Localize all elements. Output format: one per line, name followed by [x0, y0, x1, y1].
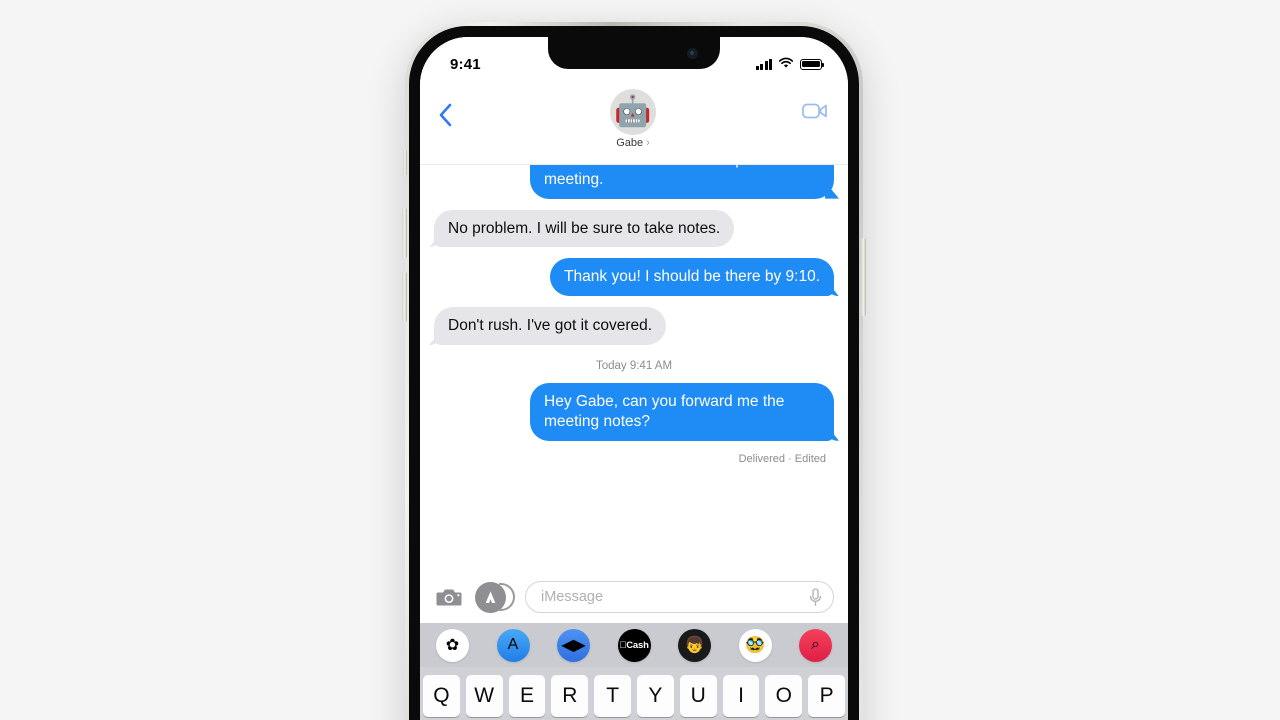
apple-cash-icon[interactable]: Cash: [617, 628, 651, 662]
sent-message-bubble[interactable]: Thank you! I should be there by 9:10.: [550, 258, 834, 297]
key-t[interactable]: T: [594, 675, 631, 718]
key-q[interactable]: Q: [423, 675, 460, 718]
key-y[interactable]: Y: [637, 675, 674, 718]
back-button[interactable]: [438, 89, 472, 127]
conversation-timestamp: Today 9:41 AM: [595, 360, 673, 373]
memoji-boy-icon[interactable]: 👦: [678, 628, 711, 662]
contact-name-label: Gabe: [616, 137, 644, 149]
imessage-input[interactable]: iMessage: [525, 581, 834, 614]
app-store-app-icon[interactable]: A: [496, 628, 530, 662]
message-row: Hey Gabe, can you forward me the meeting…: [434, 383, 834, 441]
camera-icon: [436, 589, 462, 606]
message-row: Thank you! I should be there by 9:10.: [434, 258, 834, 297]
received-message-bubble[interactable]: No problem. I will be sure to take notes…: [434, 209, 735, 248]
wifi-icon: [778, 56, 794, 73]
facetime-button[interactable]: [794, 89, 828, 125]
microphone-icon: [809, 588, 822, 606]
power-button[interactable]: [861, 238, 866, 316]
contact-header[interactable]: 🤖 Gabe ›: [472, 89, 794, 149]
video-camera-icon: [802, 103, 827, 119]
message-row: Don't rush. I've got it covered.: [434, 307, 834, 346]
sent-message-bubble[interactable]: Hey Gabe, can you forward me the meeting…: [530, 383, 834, 441]
status-bar-indicators: [755, 56, 824, 73]
chevron-left-icon: [439, 103, 452, 127]
front-camera-icon: [687, 48, 698, 59]
received-message-bubble[interactable]: Don't rush. I've got it covered.: [434, 307, 667, 346]
device-screen: 9:41 🤖 Gabe › meeting. No problem. I wil…: [420, 37, 848, 720]
mute-switch[interactable]: [403, 150, 407, 176]
delivery-status: Delivered · Edited: [738, 452, 826, 465]
key-o[interactable]: O: [765, 675, 803, 718]
key-w[interactable]: W: [465, 675, 503, 718]
iphone-device: 9:41 🤖 Gabe › meeting. No problem. I wil…: [402, 22, 866, 720]
images-search-icon[interactable]: ⌕: [799, 628, 832, 662]
key-r[interactable]: R: [551, 675, 589, 718]
message-row: Hi. Will be a little late to the product…: [434, 165, 839, 199]
screenshot-stage: 9:41 🤖 Gabe › meeting. No problem. I wil…: [0, 0, 1280, 720]
sent-message-bubble[interactable]: Hi. Will be a little late to the product…: [530, 165, 839, 199]
imessage-app-drawer[interactable]: ✿ A ◀▶ Cash 👦 🥸 ⌕: [420, 623, 848, 668]
message-row: No problem. I will be sure to take notes…: [434, 209, 834, 248]
battery-full-icon: [800, 58, 824, 70]
volume-down-button[interactable]: [402, 272, 407, 322]
onscreen-keyboard[interactable]: QWERTYUIOP ASDFGHJKL: [420, 667, 848, 720]
message-input-bar: iMessage: [420, 571, 848, 624]
bubble-tail: [825, 181, 839, 199]
app-store-button[interactable]: [475, 581, 515, 613]
chevron-right-icon: ›: [646, 137, 650, 149]
keyboard-row-1: QWERTYUIOP: [423, 675, 845, 718]
key-p[interactable]: P: [808, 675, 845, 718]
device-bezel: 9:41 🤖 Gabe › meeting. No problem. I wil…: [409, 26, 859, 720]
display-notch: [548, 37, 720, 69]
message-list[interactable]: Hi. Will be a little late to the product…: [420, 165, 848, 572]
avatar-glyph: 🤖: [614, 95, 652, 128]
cellular-bars-icon: [755, 58, 772, 70]
camera-button[interactable]: [434, 582, 465, 613]
robot-memoji-avatar[interactable]: 🤖: [610, 89, 656, 135]
volume-up-button[interactable]: [402, 208, 407, 258]
imessage-placeholder: iMessage: [541, 589, 604, 606]
key-e[interactable]: E: [508, 675, 546, 718]
photos-app-icon[interactable]: ✿: [436, 628, 469, 662]
app-store-icon[interactable]: [475, 581, 506, 613]
key-i[interactable]: I: [722, 675, 760, 718]
conversation-nav-bar: 🤖 Gabe ›: [420, 83, 848, 165]
status-bar-time: 9:41: [450, 55, 481, 73]
audio-message-icon[interactable]: ◀▶: [557, 628, 590, 662]
contact-name-row[interactable]: Gabe ›: [616, 137, 650, 149]
key-u[interactable]: U: [679, 675, 717, 718]
memoji-girl-icon[interactable]: 🥸: [738, 628, 772, 662]
